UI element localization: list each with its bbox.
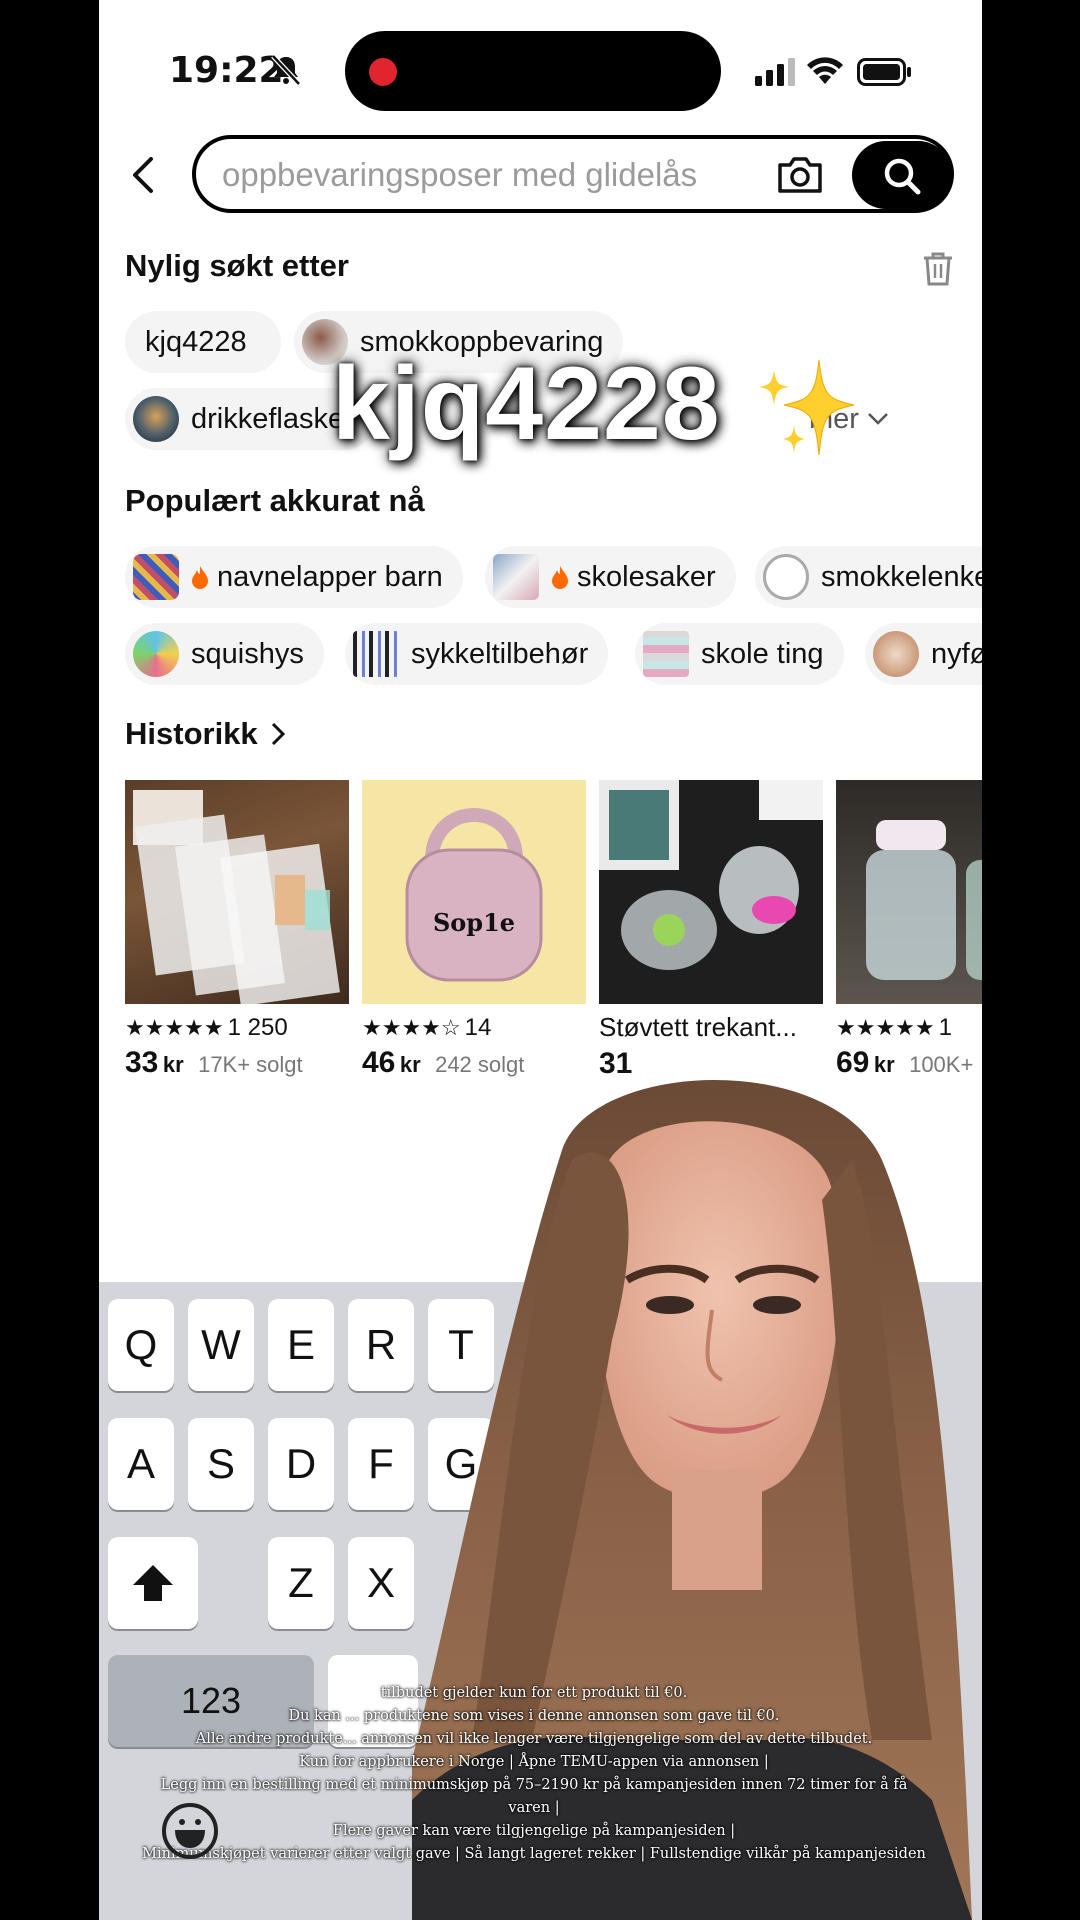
overlay-code-caption: kjq4228 (332, 346, 721, 462)
history-product-3[interactable]: Støvtett trekant... 31 (599, 780, 823, 1081)
disclaimer-line: Du kan ... produktene som vises i denne … (288, 1708, 780, 1724)
key-w[interactable]: W (188, 1299, 254, 1391)
emoji-icon[interactable] (161, 1802, 219, 1860)
app-screen: 19:22 oppbevaringsposer med glidelås Nyl… (99, 0, 982, 1920)
key-z[interactable]: Z (268, 1537, 334, 1629)
product-rating: ★★★★☆ 14 (362, 1014, 492, 1041)
recent-chip-kjq4228[interactable]: kjq4228 (125, 311, 281, 373)
chip-thumbnail (873, 631, 919, 677)
product-rating: ★★★★★ 1 (836, 1014, 952, 1041)
shift-key[interactable] (108, 1537, 198, 1629)
dynamic-island (345, 31, 721, 111)
product-label-text: Sop1e (432, 908, 516, 937)
promo-disclaimer: tilbudet gjelder kun for ett produkt til… (139, 1682, 929, 1866)
key-s[interactable]: S (188, 1418, 254, 1510)
sold-count: 17K+ solgt (198, 1052, 303, 1077)
chip-label: nyfødt (931, 637, 982, 670)
chip-thumbnail (493, 554, 539, 600)
recent-searches-title: Nylig søkt etter (125, 248, 349, 283)
search-button[interactable] (852, 141, 952, 209)
chip-thumbnail (643, 631, 689, 677)
disclaimer-line: Kun for appbrukere i Norge | Åpne TEMU-a… (299, 1754, 769, 1770)
key-e[interactable]: E (268, 1299, 334, 1391)
chip-thumbnail (133, 554, 179, 600)
product-rating: ★★★★★ 1 250 (125, 1014, 288, 1041)
disclaimer-line: Flere gaver kan være tilgjengelige på ka… (332, 1823, 736, 1839)
rating-count: 14 (464, 1014, 492, 1041)
popular-chip-nyfodt[interactable]: nyfødt (865, 623, 982, 685)
trending-flame-icon (552, 566, 568, 589)
history-title-label: Historikk (125, 716, 258, 751)
product-title: Støvtett trekant... (599, 1012, 797, 1042)
chip-thumbnail (353, 631, 399, 677)
history-product-1[interactable]: ★★★★★ 1 250 33 kr 17K+ solgt (125, 780, 349, 1080)
product-image (599, 780, 823, 1004)
chip-label: sykkeltilbehør (411, 637, 589, 670)
search-bar (192, 135, 954, 213)
chip-label: smokkelenke (821, 560, 982, 593)
popular-chip-skolesaker[interactable]: skolesaker (485, 546, 736, 608)
chip-thumbnail (763, 554, 809, 600)
back-arrow-icon[interactable] (129, 155, 159, 195)
chip-thumbnail (133, 396, 179, 442)
history-product-2[interactable]: Sop1e ★★★★☆ 14 46 kr 242 solgt (362, 780, 586, 1080)
trending-flame-icon (192, 566, 208, 589)
history-product-4[interactable]: ★★★★★ 1 69 kr 100K+ (836, 780, 982, 1080)
key-q[interactable]: Q (108, 1299, 174, 1391)
disclaimer-line: Legg inn en bestilling med et minimumskj… (160, 1777, 908, 1816)
search-input[interactable] (220, 151, 744, 199)
popular-chip-smokkelenke[interactable]: smokkelenke (755, 546, 982, 608)
bell-muted-icon (271, 54, 301, 86)
disclaimer-line: tilbudet gjelder kun for ett produkt til… (380, 1685, 688, 1701)
disclaimer-line: Alle andre produkte... annonsen vil ikke… (195, 1731, 873, 1747)
chip-label: squishys (191, 637, 304, 670)
popular-chip-sykkeltilbehor[interactable]: sykkeltilbehør (345, 623, 609, 685)
chip-thumbnail (133, 631, 179, 677)
chip-label: drikkeflaske (191, 402, 345, 435)
chevron-right-icon (272, 722, 286, 746)
disclaimer-line: Minimumskjøpet varierer etter valgt gave… (142, 1846, 926, 1862)
price-value: 33 (125, 1046, 159, 1079)
chip-label: skolesaker (577, 560, 716, 593)
popular-chip-skole-ting[interactable]: skole ting (635, 623, 844, 685)
chip-label: skole ting (701, 637, 824, 670)
product-price: 33 kr 17K+ solgt (125, 1046, 349, 1080)
chip-label: kjq4228 (145, 325, 247, 358)
popular-now-title: Populært akkurat nå (125, 483, 425, 518)
rating-count: 1 250 (227, 1014, 288, 1041)
product-image (125, 780, 349, 1004)
product-image (836, 780, 982, 1004)
shift-arrow-icon (133, 1565, 173, 1601)
battery-icon (857, 58, 911, 86)
product-image: Sop1e (362, 780, 586, 1004)
popular-chip-navnelapper-barn[interactable]: navnelapper barn (125, 546, 463, 608)
key-x[interactable]: X (348, 1537, 414, 1629)
key-f[interactable]: F (348, 1418, 414, 1510)
key-a[interactable]: A (108, 1418, 174, 1510)
cellular-signal-icon (755, 58, 795, 86)
chevron-down-icon (868, 413, 888, 425)
price-currency: kr (162, 1052, 184, 1077)
key-r[interactable]: R (348, 1299, 414, 1391)
price-value: 46 (362, 1046, 396, 1079)
history-title[interactable]: Historikk (125, 716, 286, 752)
popular-chip-squishys[interactable]: squishys (125, 623, 324, 685)
sparkle-icon (759, 359, 855, 456)
status-time: 19:22 (169, 50, 284, 91)
chip-label: navnelapper barn (217, 560, 443, 593)
camera-search-icon[interactable] (776, 153, 824, 197)
recording-indicator (369, 58, 397, 86)
search-icon (884, 158, 921, 195)
key-d[interactable]: D (268, 1418, 334, 1510)
trash-icon[interactable] (921, 250, 955, 286)
wifi-icon (807, 57, 843, 84)
rating-count: 1 (938, 1014, 952, 1041)
